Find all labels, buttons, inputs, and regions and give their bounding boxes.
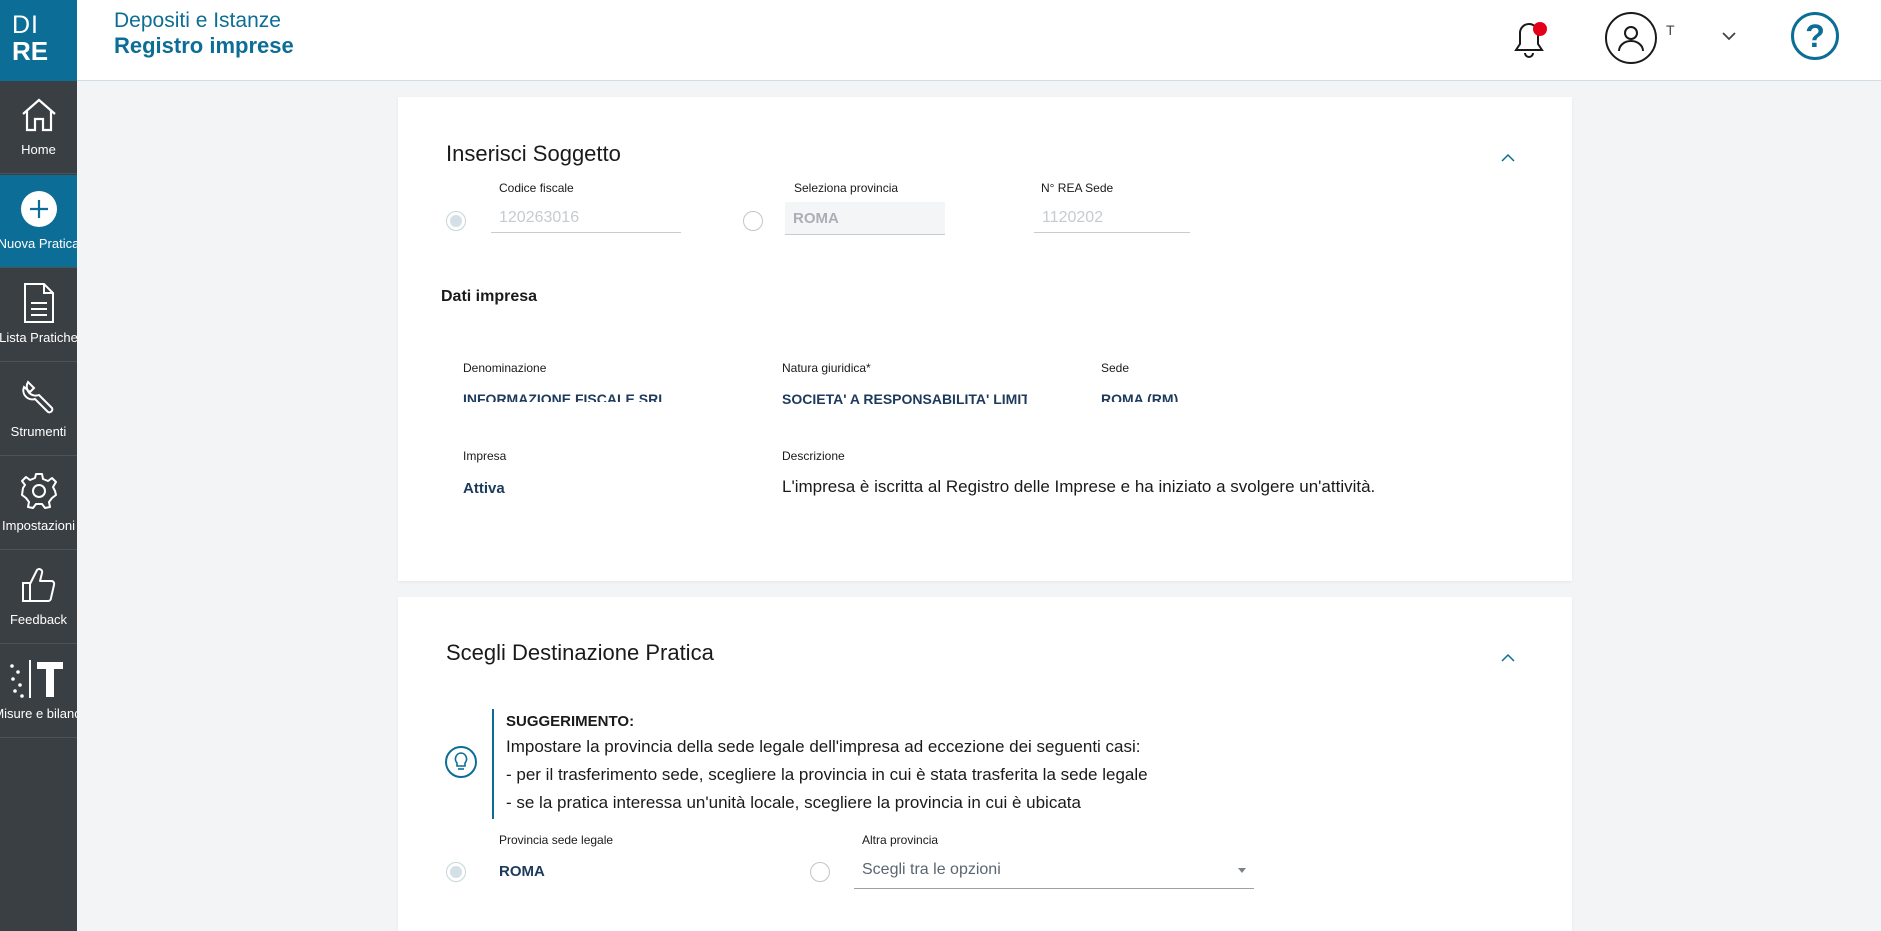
descrizione-label: Descrizione — [782, 449, 845, 463]
codice-fiscale-radio[interactable] — [446, 211, 466, 231]
sidebar-item-label: Feedback — [9, 612, 68, 627]
document-icon — [23, 283, 54, 323]
sidebar-item-label: Strumenti — [10, 424, 67, 439]
altra-provincia-radio[interactable] — [810, 862, 830, 882]
altra-provincia-label: Altra provincia — [862, 833, 939, 847]
card-title: Inserisci Soggetto — [446, 141, 621, 166]
hint-accent-bar — [492, 709, 494, 819]
user-menu-toggle[interactable] — [1722, 28, 1736, 46]
sidebar-item-feedback[interactable]: Feedback — [0, 551, 77, 644]
chevron-down-icon — [1722, 32, 1736, 41]
notifications-button[interactable] — [1513, 20, 1549, 60]
username: T — [1666, 22, 1675, 38]
help-button[interactable]: ? — [1791, 12, 1839, 60]
notification-badge — [1533, 22, 1547, 36]
impresa-label: Impresa — [463, 449, 507, 463]
hint-line: - per il trasferimento sede, scegliere l… — [506, 765, 1148, 784]
hint-line: Impostare la provincia della sede legale… — [506, 737, 1141, 756]
app-logo[interactable]: DI RE — [0, 0, 77, 81]
chevron-up-icon — [1501, 153, 1515, 162]
collapse-button[interactable] — [1501, 649, 1517, 662]
gear-icon — [20, 473, 57, 509]
provincia-sede-value: ROMA — [499, 863, 545, 880]
denominazione-label: Denominazione — [463, 361, 547, 375]
provincia-sede-radio[interactable] — [446, 862, 466, 882]
sidebar: DI RE Home Nuova Pratica Lista Pratiche … — [0, 0, 77, 931]
provincia-radio[interactable] — [743, 211, 763, 231]
sidebar-item-impostazioni[interactable]: Impostazioni — [0, 457, 77, 550]
app-title: Depositi e Istanze Registro imprese — [114, 9, 294, 59]
sidebar-item-label: Misure e bilanci — [0, 706, 77, 721]
card-title: Scegli Destinazione Pratica — [446, 640, 714, 665]
sidebar-item-misure-bilanci[interactable]: Misure e bilanci — [0, 645, 77, 738]
natura-giuridica-label: Natura giuridica* — [782, 361, 871, 375]
sidebar-item-strumenti[interactable]: Strumenti — [0, 363, 77, 456]
provincia-input[interactable]: ROMA — [785, 202, 945, 235]
codice-fiscale-input[interactable]: 120263016 — [491, 205, 681, 233]
sede-value: ROMA (RM) — [1101, 391, 1179, 402]
dati-impresa-heading: Dati impresa — [441, 288, 538, 305]
user-avatar[interactable] — [1605, 12, 1657, 64]
thumbs-up-icon — [21, 568, 55, 602]
rea-label: N° REA Sede — [1041, 181, 1114, 195]
chevron-up-icon — [1501, 653, 1515, 662]
caret-down-icon — [1238, 868, 1246, 873]
collapse-button[interactable] — [1501, 149, 1517, 162]
sidebar-item-label: Lista Pratiche — [0, 330, 77, 345]
t-brand-icon — [9, 660, 63, 698]
hint-title: SUGGERIMENTO: — [506, 713, 635, 730]
denominazione-value: INFORMAZIONE FISCALE SRL — [463, 391, 663, 402]
app-title-line1: Depositi e Istanze — [114, 9, 281, 32]
inserisci-soggetto-card: Inserisci Soggetto Codice fiscale 120263… — [398, 97, 1572, 581]
select-placeholder: Scegli tra le opzioni — [862, 861, 1001, 878]
provincia-label: Seleziona provincia — [794, 181, 899, 195]
sidebar-item-label: Home — [21, 142, 56, 157]
altra-provincia-select[interactable]: Scegli tra le opzioni — [854, 853, 1254, 889]
logo-line1: DI — [12, 11, 39, 39]
app-title-line2: Registro imprese — [114, 33, 294, 58]
rea-input[interactable]: 1120202 — [1034, 205, 1190, 233]
provincia-sede-label: Provincia sede legale — [499, 833, 614, 847]
descrizione-value: L'impresa è iscritta al Registro delle I… — [782, 477, 1376, 496]
sidebar-item-label: Nuova Pratica — [0, 236, 77, 251]
logo-line2: RE — [12, 36, 49, 66]
home-icon — [21, 98, 56, 132]
user-icon — [1618, 26, 1644, 52]
sidebar-item-nuova-pratica[interactable]: Nuova Pratica — [0, 175, 77, 268]
hint-line: - se la pratica interessa un'unità local… — [506, 793, 1081, 812]
sidebar-item-lista-pratiche[interactable]: Lista Pratiche — [0, 269, 77, 362]
sidebar-item-label: Impostazioni — [2, 518, 75, 533]
natura-giuridica-value: SOCIETA' A RESPONSABILITA' LIMIT — [782, 391, 1027, 407]
destinazione-pratica-card: Scegli Destinazione Pratica SUGGERIMENTO… — [398, 597, 1572, 931]
lightbulb-icon — [445, 746, 477, 778]
codice-fiscale-label: Codice fiscale — [499, 181, 574, 195]
impresa-status-value: Attiva — [463, 480, 505, 497]
sede-label: Sede — [1101, 361, 1130, 375]
top-header: Depositi e Istanze Registro imprese T ? — [77, 0, 1881, 81]
sidebar-item-home[interactable]: Home — [0, 81, 77, 174]
wrench-icon — [21, 380, 53, 414]
plus-circle-icon — [20, 191, 57, 227]
